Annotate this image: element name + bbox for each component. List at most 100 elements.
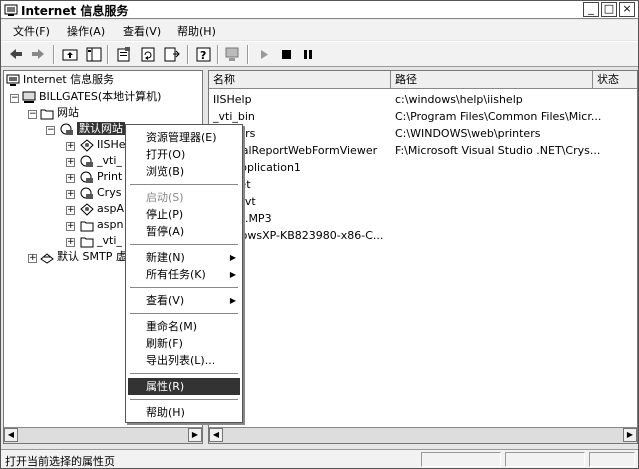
ctx-stop[interactable]: 停止(P) bbox=[128, 206, 240, 223]
column-header-status[interactable]: 状态 bbox=[593, 71, 637, 89]
menu-file[interactable]: 文件(F) bbox=[13, 23, 50, 39]
tree-node-child[interactable]: aspn bbox=[80, 217, 123, 233]
list-horizontal-scrollbar[interactable]: ◀ ▶ bbox=[209, 427, 637, 443]
tree-node-child[interactable]: Crys bbox=[80, 185, 121, 201]
toolbar-separator bbox=[53, 45, 55, 64]
virtual-dir-icon bbox=[80, 187, 93, 199]
tree-node-computer[interactable]: BILLGATES(本地计算机) bbox=[22, 89, 161, 105]
expand-toggle[interactable]: + bbox=[66, 158, 75, 167]
ctx-pause[interactable]: 暂停(A) bbox=[128, 223, 240, 240]
expand-toggle[interactable]: + bbox=[66, 206, 75, 215]
context-menu: 资源管理器(E) 打开(O) 浏览(B) 启动(S) 停止(P) 暂停(A) 新… bbox=[125, 124, 243, 423]
properties-icon[interactable] bbox=[115, 46, 133, 63]
back-icon[interactable] bbox=[7, 46, 25, 63]
toolbar: ? bbox=[1, 41, 638, 67]
list-item[interactable]: CrystalReportWebFormViewer F:\Microsoft V… bbox=[209, 142, 637, 159]
scroll-right-arrow[interactable]: ▶ bbox=[623, 428, 637, 442]
menu-separator bbox=[130, 287, 238, 289]
forward-icon[interactable] bbox=[29, 46, 47, 63]
web-app-icon bbox=[80, 138, 94, 152]
collapse-default-site-toggle[interactable]: − bbox=[46, 126, 55, 135]
show-hide-tree-icon[interactable] bbox=[85, 46, 103, 63]
column-header-path[interactable]: 路径 bbox=[391, 71, 593, 89]
folder-icon bbox=[80, 221, 94, 231]
expand-toggle[interactable]: + bbox=[66, 238, 75, 247]
expand-toggle[interactable]: + bbox=[66, 142, 75, 151]
tree-label-child: Crys bbox=[97, 186, 122, 199]
toolbar-separator bbox=[107, 45, 109, 64]
smtp-server-icon bbox=[40, 252, 54, 264]
expand-toggle[interactable]: + bbox=[66, 190, 75, 199]
list-item[interactable]: aspnet bbox=[209, 176, 637, 193]
ctx-help[interactable]: 帮助(H) bbox=[128, 404, 240, 421]
menu-separator bbox=[130, 399, 238, 401]
ctx-view[interactable]: 查看(V) ▶ bbox=[128, 292, 240, 309]
tree-node-default-site[interactable]: 默认网站 bbox=[60, 121, 125, 137]
pause-icon[interactable] bbox=[299, 46, 317, 63]
tree-node-child[interactable]: aspA bbox=[80, 201, 124, 217]
minimize-button[interactable]: _ bbox=[583, 2, 599, 17]
expand-smtp-toggle[interactable]: + bbox=[28, 254, 37, 263]
up-folder-icon[interactable] bbox=[61, 46, 79, 63]
ctx-export-list[interactable]: 导出列表(L)... bbox=[128, 352, 240, 369]
collapse-computer-toggle[interactable]: − bbox=[10, 94, 19, 103]
virtual-dir-icon bbox=[80, 171, 93, 183]
tree-node-child[interactable]: IISHe bbox=[80, 137, 126, 153]
collapse-websites-toggle[interactable]: − bbox=[28, 110, 37, 119]
expand-toggle[interactable]: + bbox=[66, 222, 75, 231]
ctx-open[interactable]: 打开(O) bbox=[128, 146, 240, 163]
ctx-explore[interactable]: 资源管理器(E) bbox=[128, 129, 240, 146]
website-icon bbox=[60, 123, 73, 135]
list-item[interactable]: _vti_pvt bbox=[209, 193, 637, 210]
tree-label-child: aspn bbox=[97, 218, 124, 231]
ctx-rename[interactable]: 重命名(M) bbox=[128, 318, 240, 335]
scroll-left-arrow[interactable]: ◀ bbox=[209, 428, 223, 442]
column-header-name[interactable]: 名称 bbox=[209, 71, 391, 89]
scroll-left-arrow[interactable]: ◀ bbox=[4, 428, 18, 442]
list-item[interactable]: _vti_bin C:\Program Files\Common Files\Mi… bbox=[209, 108, 637, 125]
tree-node-smtp[interactable]: 默认 SMTP 虚 bbox=[40, 249, 127, 265]
stop-icon[interactable] bbox=[277, 46, 295, 63]
menu-bar: 文件(F) 操作(A) 查看(V) 帮助(H) bbox=[1, 20, 638, 40]
expand-toggle[interactable]: + bbox=[66, 174, 75, 183]
tree-label-computer: BILLGATES(本地计算机) bbox=[39, 90, 162, 103]
menu-separator bbox=[130, 373, 238, 375]
help-icon[interactable]: ? bbox=[195, 46, 213, 63]
ctx-browse[interactable]: 浏览(B) bbox=[128, 163, 240, 180]
tree-node-root[interactable]: Internet 信息服务 bbox=[6, 72, 114, 88]
tree-label-root: Internet 信息服务 bbox=[23, 73, 115, 86]
ctx-new[interactable]: 新建(N) ▶ bbox=[128, 249, 240, 266]
menu-view[interactable]: 查看(V) bbox=[123, 23, 161, 39]
maximize-button[interactable]: □ bbox=[601, 2, 617, 17]
menu-action[interactable]: 操作(A) bbox=[67, 23, 105, 39]
refresh-icon[interactable] bbox=[139, 46, 157, 63]
start-icon[interactable] bbox=[255, 46, 273, 63]
tree-label-child: aspA bbox=[97, 202, 124, 215]
menu-separator bbox=[130, 184, 238, 186]
ctx-refresh[interactable]: 刷新(F) bbox=[128, 335, 240, 352]
tree-label-default-site: 默认网站 bbox=[77, 122, 125, 135]
tree-label-child: IISHe bbox=[97, 138, 126, 151]
close-button[interactable]: × bbox=[619, 2, 635, 17]
web-app-icon bbox=[80, 202, 94, 216]
tree-node-child[interactable]: _vti_ bbox=[80, 153, 122, 169]
status-text: 打开当前选择的属性页 bbox=[5, 455, 115, 468]
list-item[interactable]: IISHelp c:\windows\help\iishelp bbox=[209, 91, 637, 108]
window-title: Internet 信息服务 bbox=[21, 4, 129, 18]
tree-node-websites[interactable]: 网站 bbox=[40, 105, 79, 121]
list-item[interactable]: PrintersC:\WINDOWS\web\printers bbox=[209, 125, 637, 142]
tree-node-child[interactable]: Print bbox=[80, 169, 122, 185]
menu-help[interactable]: 帮助(H) bbox=[177, 23, 216, 39]
list-item[interactable]: WindowsXP-KB823980-x86-C... bbox=[209, 227, 637, 244]
export-list-icon[interactable] bbox=[163, 46, 181, 63]
tree-node-child[interactable]: _vti_ bbox=[80, 233, 122, 249]
ctx-all-tasks[interactable]: 所有任务(K) ▶ bbox=[128, 266, 240, 283]
svg-text:?: ? bbox=[200, 49, 206, 62]
computer-icon[interactable] bbox=[223, 46, 241, 63]
scroll-right-arrow[interactable]: ▶ bbox=[188, 428, 202, 442]
ctx-properties[interactable]: 属性(R) bbox=[128, 378, 240, 395]
list-item[interactable]: aspApplication1 bbox=[209, 159, 637, 176]
tree-horizontal-scrollbar[interactable]: ◀ ▶ bbox=[4, 427, 202, 443]
list-item[interactable]: Amon.MP3 bbox=[209, 210, 637, 227]
ctx-start: 启动(S) bbox=[146, 191, 184, 204]
